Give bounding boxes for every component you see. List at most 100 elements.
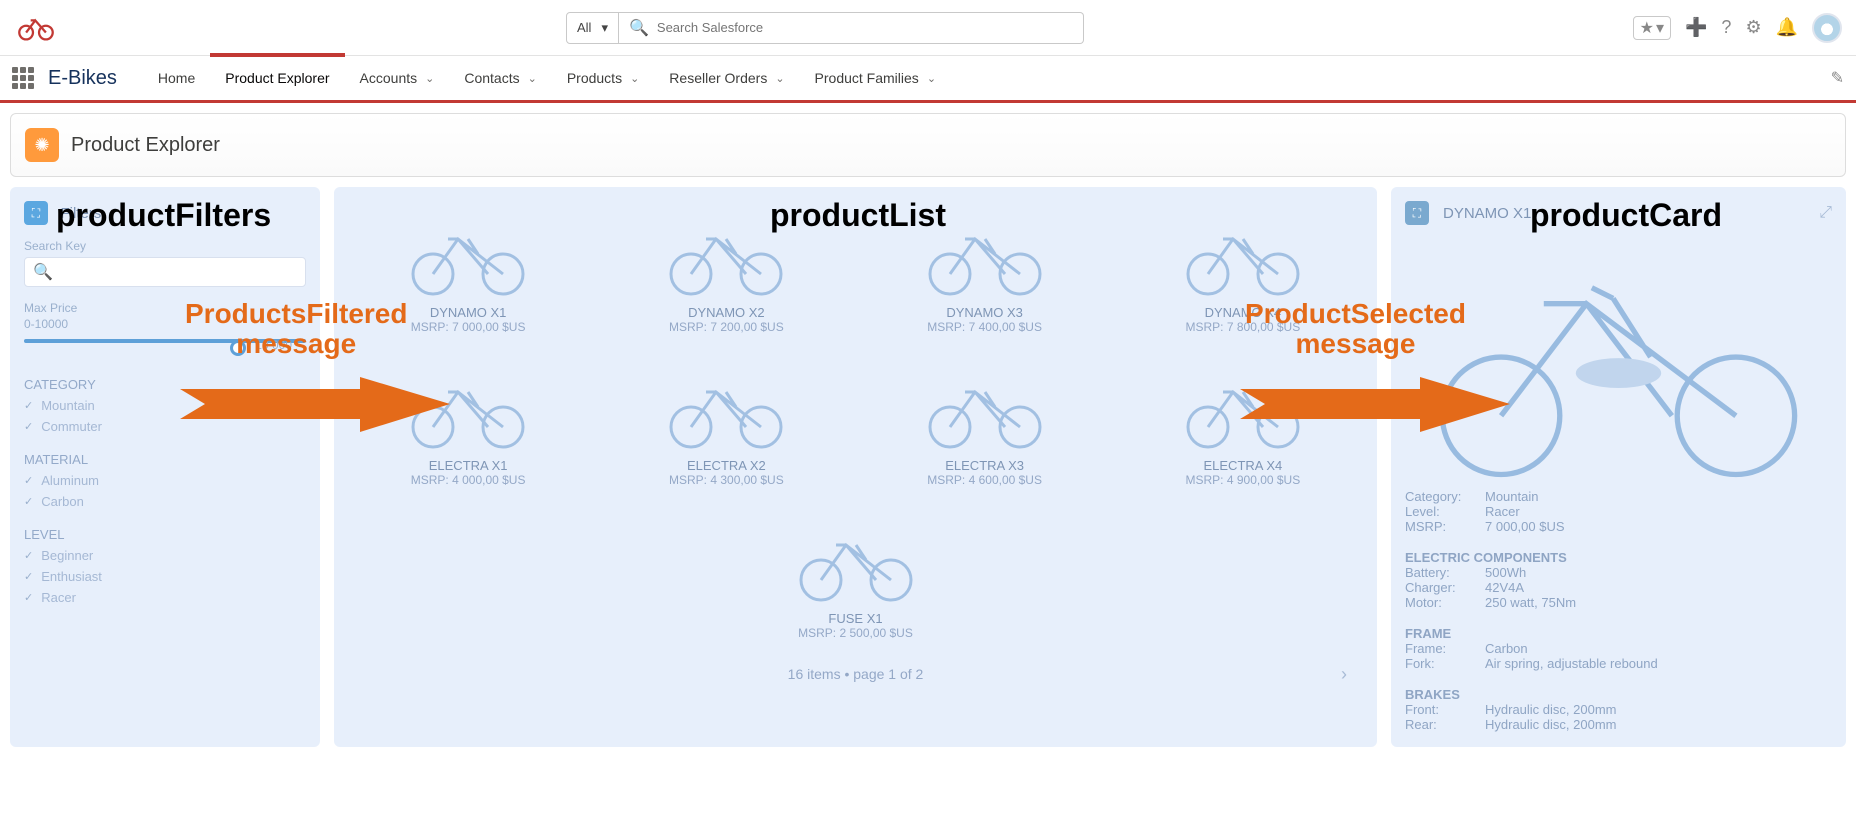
pencil-icon[interactable]: ✎ (1831, 68, 1844, 88)
overlay-msg1-line2: message (185, 329, 407, 359)
product-name: ELECTRA X1 (344, 458, 592, 473)
star-icon: ★ (1640, 18, 1654, 38)
search-key-input-wrap[interactable]: 🔍 (24, 257, 306, 287)
checkbox-label: Enthusiast (41, 569, 102, 584)
page-header: ✺ Product Explorer (10, 113, 1846, 177)
checkmark-icon: ✓ (24, 420, 33, 433)
checkmark-icon: ✓ (24, 591, 33, 604)
avatar[interactable] (1812, 13, 1842, 43)
checkbox-label: Aluminum (41, 473, 99, 488)
spec-key: MSRP: (1405, 519, 1485, 534)
product-msrp: MSRP: 4 600,00 $US (861, 473, 1109, 487)
nav-tab-label: Contacts (464, 70, 519, 86)
product-grid-row-3: FUSE X1 MSRP: 2 500,00 $US (344, 507, 1367, 650)
pagination: 16 items • page 1 of 2 › (344, 666, 1367, 682)
search-key-input[interactable] (59, 265, 297, 280)
chevron-down-icon: ⌄ (927, 72, 936, 85)
help-icon[interactable]: ? (1721, 17, 1731, 38)
spec-key: Category: (1405, 489, 1485, 504)
overlay-list-label: productList (770, 197, 946, 234)
bike-image (398, 209, 538, 299)
checkmark-icon: ✓ (24, 399, 33, 412)
bike-image (1173, 209, 1313, 299)
nav-tab-products[interactable]: Products ⌄ (552, 54, 654, 102)
app-name: E-Bikes (48, 67, 117, 90)
nav-tab-accounts[interactable]: Accounts⌄ (345, 54, 450, 102)
spec-section: ELECTRIC COMPONENTS (1405, 550, 1832, 565)
overlay-card-label: productCard (1530, 197, 1722, 234)
nav-tab-label: Product Explorer (225, 70, 329, 86)
nav-tab-label: Product Families (815, 70, 919, 86)
nav-tab-reseller-orders[interactable]: Reseller Orders ⌄ (654, 54, 799, 102)
bike-image (786, 515, 926, 605)
search-scope-selector[interactable]: All ▾ (566, 12, 619, 44)
spec-key: Battery: (1405, 565, 1485, 580)
spec-section: BRAKES (1405, 687, 1832, 702)
nav-tab-product-families[interactable]: Product Families ⌄ (800, 54, 951, 102)
gear-icon[interactable]: ⚙ (1745, 17, 1761, 38)
checkbox-label: Mountain (41, 398, 94, 413)
overlay-msg2-line1: ProductSelected (1245, 299, 1466, 329)
app-launcher-icon[interactable] (12, 67, 34, 89)
search-box[interactable]: 🔍 (619, 12, 1084, 44)
spec-key: Front: (1405, 702, 1485, 717)
add-icon[interactable]: ➕ (1685, 17, 1707, 38)
product-msrp: MSRP: 7 200,00 $US (602, 320, 850, 334)
chevron-down-icon: ▾ (601, 20, 608, 36)
nav-tab-contacts[interactable]: Contacts⌄ (449, 54, 551, 102)
product-card-image (1405, 237, 1832, 477)
chevron-down-icon: ▾ (1656, 18, 1664, 38)
checkbox-label: Beginner (41, 548, 93, 563)
level-heading: LEVEL (24, 527, 306, 542)
overlay-msg2-line2: message (1245, 329, 1466, 359)
chevron-down-icon: ⌄ (630, 72, 639, 85)
product-name: DYNAMO X3 (861, 305, 1109, 320)
checkbox-carbon[interactable]: ✓Carbon (24, 494, 306, 509)
nav-tab-home[interactable]: Home (143, 54, 210, 102)
product-msrp: MSRP: 7 400,00 $US (861, 320, 1109, 334)
spec-key: Motor: (1405, 595, 1485, 610)
checkbox-enthusiast[interactable]: ✓ Enthusiast (24, 569, 306, 584)
chevron-down-icon: ⌄ (775, 72, 784, 85)
spec-key: Level: (1405, 504, 1485, 519)
product-card-icon: ⛶ (1405, 201, 1429, 225)
product-msrp: MSRP: 2 500,00 $US (706, 626, 1006, 640)
product-tile[interactable]: FUSE X1 MSRP: 2 500,00 $US (706, 507, 1006, 650)
checkbox-label: Carbon (41, 494, 84, 509)
arrow-icon (180, 377, 450, 432)
bell-icon[interactable]: 🔔 (1776, 17, 1798, 38)
overlay-filters-label: productFilters (56, 197, 271, 234)
checkbox-beginner[interactable]: ✓Beginner (24, 548, 306, 563)
search-scope-label: All (577, 20, 591, 35)
search-key-label: Search Key (24, 239, 306, 253)
product-tile[interactable]: ELECTRA X2 MSRP: 4 300,00 $US (602, 354, 850, 497)
global-header: All ▾ 🔍 ★▾ ➕ ? ⚙ 🔔 (0, 0, 1856, 55)
spec-value: 250 watt, 75Nm (1485, 595, 1576, 610)
product-msrp: MSRP: 4 000,00 $US (344, 473, 592, 487)
search-input[interactable] (657, 20, 1073, 35)
spec-value: Air spring, adjustable rebound (1485, 656, 1658, 671)
expand-icon[interactable]: ⤢ (1819, 204, 1832, 222)
next-page-button[interactable]: › (1341, 664, 1347, 685)
checkbox-racer[interactable]: ✓Racer (24, 590, 306, 605)
product-msrp: MSRP: 4 900,00 $US (1119, 473, 1367, 487)
spec-value: Mountain (1485, 489, 1538, 504)
checkbox-aluminum[interactable]: ✓Aluminum (24, 473, 306, 488)
favorites-button[interactable]: ★▾ (1633, 16, 1671, 40)
product-tile[interactable]: ELECTRA X3 MSRP: 4 600,00 $US (861, 354, 1109, 497)
checkmark-icon: ✓ (24, 570, 33, 583)
filter-icon: ⛶ (24, 201, 48, 225)
arrow-icon (1240, 377, 1510, 432)
page-header-icon: ✺ (25, 128, 59, 162)
checkbox-label: Commuter (41, 419, 102, 434)
spec-value: 7 000,00 $US (1485, 519, 1565, 534)
spec-value: Carbon (1485, 641, 1528, 656)
nav-tab-label: Products (567, 70, 622, 86)
bike-image (656, 362, 796, 452)
nav-tab-product-explorer[interactable]: Product Explorer (210, 54, 344, 102)
nav-tab-label: Reseller Orders (669, 70, 767, 86)
global-search: All ▾ 🔍 (566, 12, 1084, 44)
product-name: FUSE X1 (706, 611, 1006, 626)
product-name: ELECTRA X3 (861, 458, 1109, 473)
product-card-panel: ⛶ DYNAMO X1 ⤢ Category:Mountain Level:Ra… (1391, 187, 1846, 747)
